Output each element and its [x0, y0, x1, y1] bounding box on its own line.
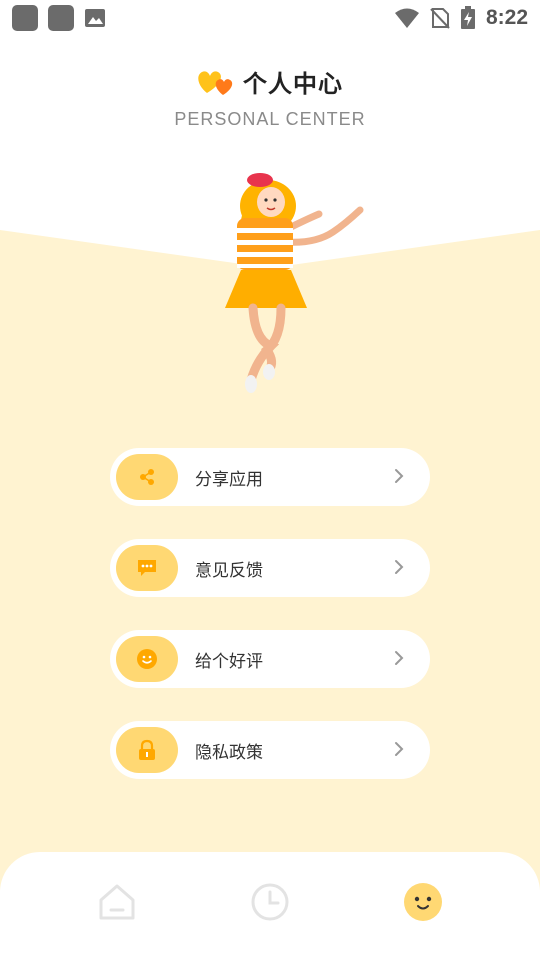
image-icon	[85, 9, 105, 27]
share-app-item[interactable]: 分享应用	[110, 448, 430, 506]
lock-icon	[139, 739, 155, 760]
chevron-right-icon	[395, 560, 404, 574]
menu-icon-badge	[116, 636, 178, 682]
menu-icon-badge	[116, 545, 178, 591]
status-bar: 8:22	[0, 0, 540, 36]
nav-profile-button[interactable]	[401, 880, 445, 924]
page-title: 个人中心	[243, 70, 343, 98]
chevron-right-icon	[395, 469, 404, 483]
chevron-right-icon	[395, 651, 404, 665]
menu-icon-badge	[116, 727, 178, 773]
nav-history-button[interactable]	[248, 880, 292, 924]
page-header: 个人中心 PERSONAL CENTER	[0, 64, 540, 130]
menu-icon-badge	[116, 454, 178, 500]
smile-icon	[137, 649, 157, 669]
menu-item-label: 分享应用	[195, 469, 263, 490]
menu-item-label: 意见反馈	[195, 560, 263, 581]
rate-app-item[interactable]: 给个好评	[110, 630, 430, 688]
dancing-girl-illustration	[225, 173, 364, 393]
hearts-logo-icon	[198, 70, 233, 95]
menu-list: 分享应用 意见反馈 给个好评 隐私政策	[110, 448, 430, 812]
notification-icon	[12, 5, 38, 31]
privacy-policy-item[interactable]: 隐私政策	[110, 721, 430, 779]
no-sim-icon	[430, 8, 450, 29]
notification-icon	[48, 5, 74, 31]
chat-icon	[138, 560, 156, 576]
battery-charging-icon	[460, 6, 475, 29]
feedback-item[interactable]: 意见反馈	[110, 539, 430, 597]
wifi-icon	[394, 8, 419, 28]
nav-home-button[interactable]	[95, 880, 139, 924]
clock-icon	[251, 883, 289, 921]
menu-item-label: 给个好评	[195, 651, 263, 672]
smiley-face-icon	[404, 883, 443, 921]
chevron-right-icon	[395, 742, 404, 756]
bottom-navigation	[0, 852, 540, 960]
page-subtitle: PERSONAL CENTER	[174, 109, 366, 129]
clock-time: 8:22	[485, 6, 528, 29]
menu-item-label: 隐私政策	[195, 742, 263, 763]
home-icon	[99, 884, 135, 920]
share-icon	[140, 469, 154, 485]
